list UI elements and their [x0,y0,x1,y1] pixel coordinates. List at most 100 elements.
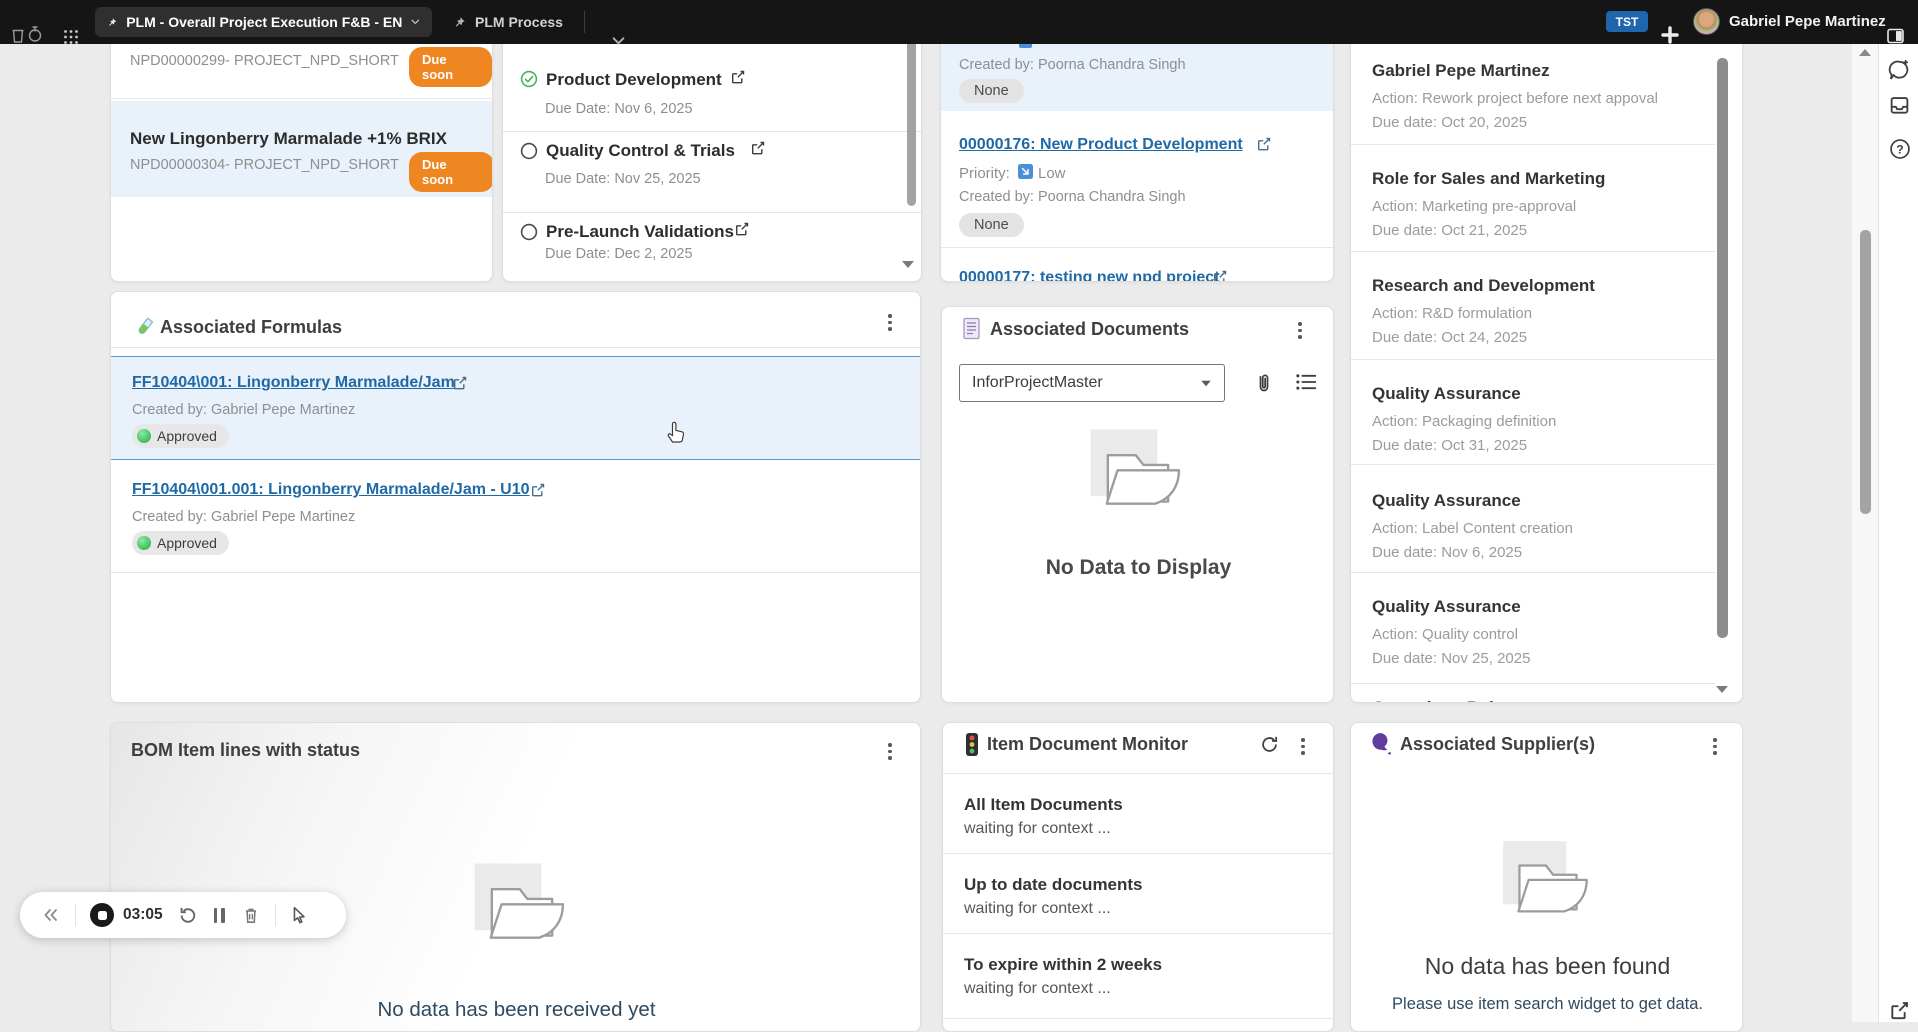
external-link-icon[interactable] [1257,137,1271,151]
recorder-toolbar: 03:05 [20,892,346,938]
tumbler-icon[interactable] [11,13,25,57]
action-item[interactable]: Quality Assurance Action: Packaging defi… [1372,384,1556,454]
panel-title: Associated Supplier(s) [1400,734,1595,755]
empty-folder-icon [466,863,578,965]
external-link-icon[interactable] [751,141,765,155]
collapse-toolbar-icon[interactable] [42,908,59,922]
formula-test-tube-icon [134,317,154,339]
external-link-icon[interactable] [1213,270,1227,282]
tab-plm-process[interactable]: PLM Process [443,7,573,37]
pause-recording-button[interactable] [214,908,225,923]
scroll-up-icon[interactable] [1859,49,1871,56]
user-avatar[interactable] [1693,8,1720,35]
refresh-icon[interactable] [1260,735,1279,754]
open-external-icon[interactable] [1890,1001,1909,1020]
inbox-icon[interactable] [1889,96,1910,115]
status-badge: Approved [132,424,229,448]
document-type-select[interactable]: InforProjectMaster [959,364,1225,402]
assistant-chat-plus-icon[interactable] [1888,59,1911,82]
request-link[interactable]: 00000176: New Product Development [959,136,1243,154]
divider [1351,144,1715,145]
task-label[interactable]: Quality Control & Trials [546,141,735,161]
priority-low-icon [1018,164,1033,179]
external-link-icon[interactable] [531,483,545,497]
task-due-date: Due Date: Nov 25, 2025 [545,171,701,187]
request-created-by: Created by: Poorna Chandra Singh [959,57,1186,73]
add-icon[interactable] [1661,13,1679,57]
document-type-value: InforProjectMaster [972,374,1103,392]
empty-state-text: No Data to Display [942,556,1334,580]
project-title: New Lingonberry Marmalade +1% BRIX [130,129,447,149]
right-icon-rail: ? [1878,44,1918,1022]
delete-recording-icon[interactable] [242,906,260,925]
external-link-icon[interactable] [453,376,467,390]
chevron-down-icon[interactable] [411,18,420,26]
stop-icon [98,911,107,920]
tasks-scrollbar-thumb[interactable] [907,39,916,206]
timer-icon[interactable] [27,12,43,56]
formula-link[interactable]: FF10404\001.001: Lingonberry Marmalade/J… [132,481,530,499]
cursor-pointer-icon[interactable] [291,906,308,924]
project-card-2[interactable]: New Lingonberry Marmalade +1% BRIX NPD00… [111,101,493,197]
empty-state-text: No data has been received yet [111,998,921,1022]
divider [1351,251,1715,252]
monitor-card[interactable]: All Item Documents waiting for context .… [964,795,1123,838]
panel-menu-button[interactable] [1295,733,1311,760]
formula-created-by: Created by: Gabriel Pepe Martinez [132,402,355,418]
task-due-date: Due Date: Dec 2, 2025 [545,246,693,262]
app-launcher-grid-icon[interactable] [63,15,79,59]
list-view-icon[interactable] [1296,373,1317,391]
actions-scrollbar-thumb[interactable] [1717,58,1728,638]
action-item[interactable]: Gabriel Pepe Martinez Action: Rework pro… [1372,61,1658,131]
none-badge: None [959,213,1024,237]
task-label[interactable]: Pre-Launch Validations [546,222,734,242]
tab-overflow-chevron-icon[interactable] [612,19,625,63]
sidebar-toggle-icon[interactable] [1887,14,1904,58]
tasks-scroll-down-icon[interactable] [902,261,914,268]
action-item[interactable]: Quality Assurance Action: Label Content … [1372,491,1573,561]
formula-link[interactable]: FF10404\001: Lingonberry Marmalade/Jam [132,374,455,392]
panel-menu-button[interactable] [882,738,898,765]
restart-recording-icon[interactable] [178,906,197,925]
formula-row-selected[interactable]: FF10404\001: Lingonberry Marmalade/Jam C… [111,356,921,460]
panel-menu-button[interactable] [1707,733,1723,760]
panel-menu-button[interactable] [1292,317,1308,344]
tab-plm-overall-project-execution[interactable]: PLM - Overall Project Execution F&B - EN [95,7,432,37]
monitor-card[interactable]: To expire within 2 weeks waiting for con… [964,955,1162,998]
page-scrollbar-track[interactable] [1852,44,1878,1022]
monitor-panel: Item Document Monitor All Item Documents… [942,722,1334,1032]
action-item[interactable]: Role for Sales and Marketing Action: Mar… [1372,169,1605,239]
divider [111,98,492,99]
action-item[interactable]: Quality Assurance Action: Quality contro… [1372,597,1530,667]
mouse-cursor-hand [663,418,687,444]
pin-icon [107,16,117,29]
actions-panel: Gabriel Pepe Martinez Action: Rework pro… [1350,30,1743,703]
monitor-card[interactable]: Up to date documents waiting for context… [964,875,1143,918]
status-dot-icon [137,429,151,443]
panel-title: BOM Item lines with status [131,740,360,761]
divider [943,933,1333,934]
task-label[interactable]: Product Development [546,70,722,90]
supplier-person-icon [1369,731,1393,757]
requests-panel: Created by: Poorna Chandra Singh None 00… [940,30,1334,282]
actions-scroll-down-icon[interactable] [1716,686,1728,693]
action-item-clipped[interactable]: Operations Role [1372,698,1503,703]
project-card-1[interactable]: NPD00000299- PROJECT_NPD_SHORT [130,52,399,70]
page-scrollbar-thumb[interactable] [1860,230,1871,514]
action-item[interactable]: Research and Development Action: R&D for… [1372,276,1595,346]
request-link-clipped[interactable]: 00000177: testing new npd project [959,269,1220,282]
divider [1351,572,1715,573]
due-soon-badge: Due soon [409,47,492,87]
divider [503,212,921,213]
panel-menu-button[interactable] [882,309,898,336]
attach-paperclip-icon[interactable] [1254,371,1274,395]
stop-record-button[interactable] [90,903,114,927]
task-complete-icon [520,70,538,88]
empty-state-subtitle: Please use item search widget to get dat… [1351,995,1743,1014]
user-name[interactable]: Gabriel Pepe Martinez [1729,13,1886,30]
external-link-icon[interactable] [731,70,745,84]
help-icon[interactable]: ? [1889,138,1911,160]
divider [943,773,1333,774]
external-link-icon[interactable] [735,222,749,236]
priority-label: Priority: [959,165,1010,182]
